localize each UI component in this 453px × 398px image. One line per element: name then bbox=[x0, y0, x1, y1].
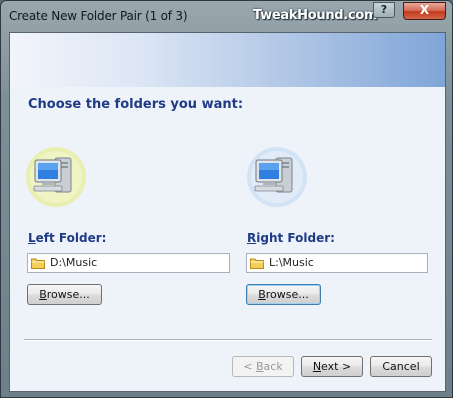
back-button[interactable]: < Back bbox=[232, 356, 294, 377]
cancel-button[interactable]: Cancel bbox=[370, 356, 432, 377]
left-folder-label-text: eft Folder: bbox=[35, 231, 107, 245]
watermark-text: TweakHound.com bbox=[253, 8, 378, 23]
left-computer-icon bbox=[26, 147, 86, 207]
header-banner bbox=[10, 33, 445, 87]
window-title: Create New Folder Pair (1 of 3) bbox=[9, 9, 188, 23]
right-folder-path-field[interactable] bbox=[246, 253, 429, 273]
folder-icon bbox=[31, 258, 45, 269]
page-heading: Choose the folders you want: bbox=[28, 97, 244, 112]
right-folder-path-input[interactable] bbox=[269, 256, 429, 269]
left-folder-path-field[interactable] bbox=[27, 253, 230, 273]
right-folder-accel: R bbox=[247, 231, 257, 245]
next-label: ext > bbox=[321, 360, 352, 373]
right-folder-label-text: ight Folder: bbox=[256, 231, 335, 245]
left-browse-label: rowse... bbox=[46, 288, 90, 301]
back-accel: B bbox=[256, 360, 264, 373]
right-browse-accel: B bbox=[258, 288, 266, 301]
wizard-window: Create New Folder Pair (1 of 3) TweakHou… bbox=[0, 0, 453, 398]
left-browse-button[interactable]: Browse... bbox=[27, 284, 102, 305]
right-browse-label: rowse... bbox=[265, 288, 309, 301]
folder-icon bbox=[250, 258, 264, 269]
next-accel: N bbox=[312, 360, 322, 373]
left-folder-label: Left Folder: bbox=[28, 231, 106, 245]
back-prefix: < bbox=[243, 360, 256, 373]
wizard-body: Choose the folders you want: Left Folder… bbox=[9, 32, 446, 392]
right-computer-icon bbox=[247, 147, 307, 207]
back-label: ack bbox=[263, 360, 283, 373]
left-browse-accel: B bbox=[39, 288, 47, 301]
left-folder-accel: L bbox=[28, 231, 36, 245]
close-button[interactable]: X bbox=[403, 2, 446, 20]
right-browse-button[interactable]: Browse... bbox=[246, 284, 321, 305]
left-folder-path-input[interactable] bbox=[50, 256, 210, 269]
right-folder-label: Right Folder: bbox=[247, 231, 335, 245]
footer-separator bbox=[24, 339, 432, 341]
next-button[interactable]: Next > bbox=[301, 356, 363, 377]
help-button[interactable]: ? bbox=[373, 2, 395, 18]
title-bar[interactable]: Create New Folder Pair (1 of 3) TweakHou… bbox=[1, 1, 452, 31]
